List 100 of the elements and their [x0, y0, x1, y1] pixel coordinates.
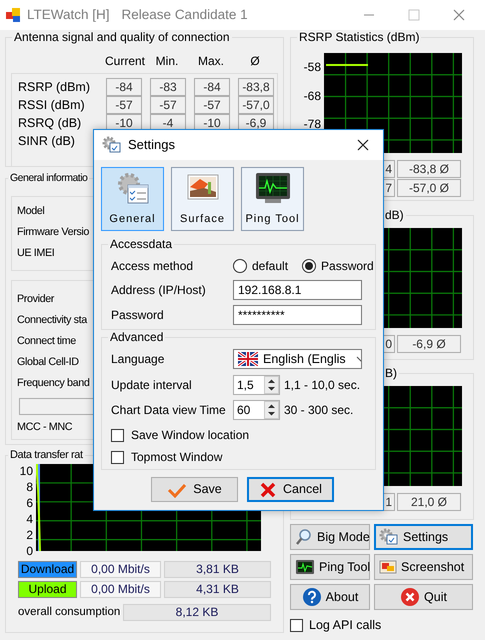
monitor-icon — [254, 172, 290, 204]
consumption-label: overall consumption — [18, 605, 122, 620]
group-title: Accessdata — [108, 237, 174, 251]
axis-tick-label: -78 — [304, 117, 321, 131]
spin-box[interactable]: 1,5 — [233, 375, 280, 395]
toolbar-button[interactable]: Settings — [374, 524, 473, 550]
axis-tick-label: 0 — [26, 544, 33, 558]
average-field: -6,9 Ø — [397, 335, 461, 353]
checkbox[interactable]: Save Window location — [111, 425, 250, 445]
axis-tick-label: 4 — [26, 512, 33, 526]
row-label: RSSI (dBm) — [18, 96, 86, 114]
radio-button[interactable]: default — [233, 257, 288, 275]
info-label: Firmware Versio — [17, 225, 89, 240]
toolbar-button[interactable]: Big Mode — [290, 524, 370, 550]
settings-tab[interactable]: General — [101, 167, 164, 231]
row-label: RSRP (dBm) — [18, 78, 92, 96]
dialog-button[interactable]: Cancel — [247, 477, 334, 502]
row-label: RSRQ (dB) — [18, 114, 82, 132]
field-label: Access method — [111, 258, 194, 275]
axis-tick-label: 8 — [26, 480, 33, 494]
value-field: -84 — [106, 78, 142, 96]
settings-icon — [379, 528, 399, 546]
settings-tab[interactable]: Ping Tool — [241, 167, 304, 231]
total-field: 4,31 KB — [164, 581, 271, 598]
close-icon — [357, 139, 369, 151]
toolbar-button[interactable]: Ping Tool — [290, 554, 370, 580]
spinner-arrows-icon — [264, 376, 279, 394]
spin-box[interactable]: 60 — [233, 400, 280, 420]
settings-list-icon — [116, 172, 150, 206]
help-icon — [302, 587, 322, 607]
group-title: Antenna signal and quality of connection — [12, 30, 232, 44]
settings-tab[interactable]: Surface — [171, 167, 234, 231]
group-title: B) — [383, 366, 399, 380]
axis-tick-label: -68 — [304, 88, 321, 102]
average-field: -57,0 Ø — [397, 179, 461, 197]
monitor-icon — [295, 559, 315, 575]
field-label: Address (IP/Host) — [111, 282, 207, 299]
dialog-button[interactable]: Save — [151, 477, 238, 502]
value-field: -83 — [150, 78, 186, 96]
value-field: -84 — [194, 78, 230, 96]
toolbar-button[interactable]: Screenshot — [374, 554, 473, 580]
checkmark-icon — [167, 482, 188, 498]
language-dropdown[interactable]: English (Englis — [233, 349, 362, 369]
field-label: Chart Data view Time — [111, 402, 227, 419]
rate-field: 0,00 Mbit/s — [80, 581, 161, 598]
window-subtitle: Release Candidate 1 — [122, 6, 248, 24]
settings-icon — [102, 136, 122, 154]
app-icon — [5, 7, 21, 23]
cross-icon — [259, 480, 278, 498]
axis-tick-label: -58 — [304, 60, 321, 74]
column-header: Ø — [249, 53, 261, 70]
range-label: 30 - 300 sec. — [284, 402, 354, 419]
legend-label: Upload — [18, 581, 77, 598]
legend-label: Download — [18, 561, 77, 578]
value-field: -57 — [150, 96, 186, 114]
column-header: Min. — [154, 53, 180, 70]
image-icon — [379, 559, 397, 575]
landscape-icon — [186, 172, 220, 202]
row-label: SINR (dB) — [18, 132, 76, 150]
field-label: Update interval — [111, 377, 193, 394]
info-label: UE IMEI — [17, 246, 54, 261]
axis-tick-label: 2 — [26, 528, 33, 542]
range-label: 1,1 - 10,0 sec. — [284, 377, 360, 394]
checkbox[interactable]: Log API calls — [290, 616, 382, 635]
info-label: Global Cell-ID — [17, 355, 79, 370]
info-label: Connectivity sta — [17, 313, 87, 328]
group-title: dB) — [383, 208, 406, 222]
value-field: -57 — [106, 96, 142, 114]
close-icon — [400, 587, 420, 607]
toolbar-button[interactable]: Quit — [374, 584, 473, 610]
value-field: -57 — [194, 96, 230, 114]
info-label: Connect time — [17, 334, 76, 349]
checkbox[interactable]: Topmost Window — [111, 447, 222, 467]
axis-tick-label: 6 — [26, 496, 33, 510]
field-label: Language — [111, 351, 166, 368]
radio-button[interactable]: Password — [302, 257, 374, 275]
rate-field: 0,00 Mbit/s — [80, 561, 161, 578]
value-field: -57,0 — [238, 96, 274, 114]
column-header: Max. — [196, 53, 225, 70]
average-field: -83,8 Ø — [397, 160, 461, 178]
address-field[interactable]: 192.168.8.1 — [233, 280, 362, 300]
spinner-arrows-icon — [264, 401, 279, 419]
info-label: MCC - MNC — [17, 420, 72, 435]
close-icon — [452, 9, 464, 21]
window-title: LTEWatch [H] — [27, 6, 110, 24]
flag-icon — [238, 352, 258, 366]
toolbar-button[interactable]: About — [290, 584, 370, 610]
average-field: 21,0 Ø — [397, 493, 461, 511]
value-field: -83,8 — [238, 78, 274, 96]
group-title: Advanced — [108, 330, 166, 344]
field-label: Password — [111, 307, 165, 324]
group-title: RSRP Statistics (dBm) — [297, 30, 422, 44]
dialog-title: Settings — [128, 136, 175, 154]
consumption-field: 8,12 KB — [123, 604, 271, 622]
info-label: Frequency band — [17, 376, 90, 391]
maximize-icon — [408, 9, 420, 21]
search-icon — [295, 528, 313, 546]
axis-tick-label: 10 — [20, 464, 33, 478]
password-field[interactable]: ********** — [233, 305, 362, 325]
total-field: 3,81 KB — [164, 561, 271, 578]
